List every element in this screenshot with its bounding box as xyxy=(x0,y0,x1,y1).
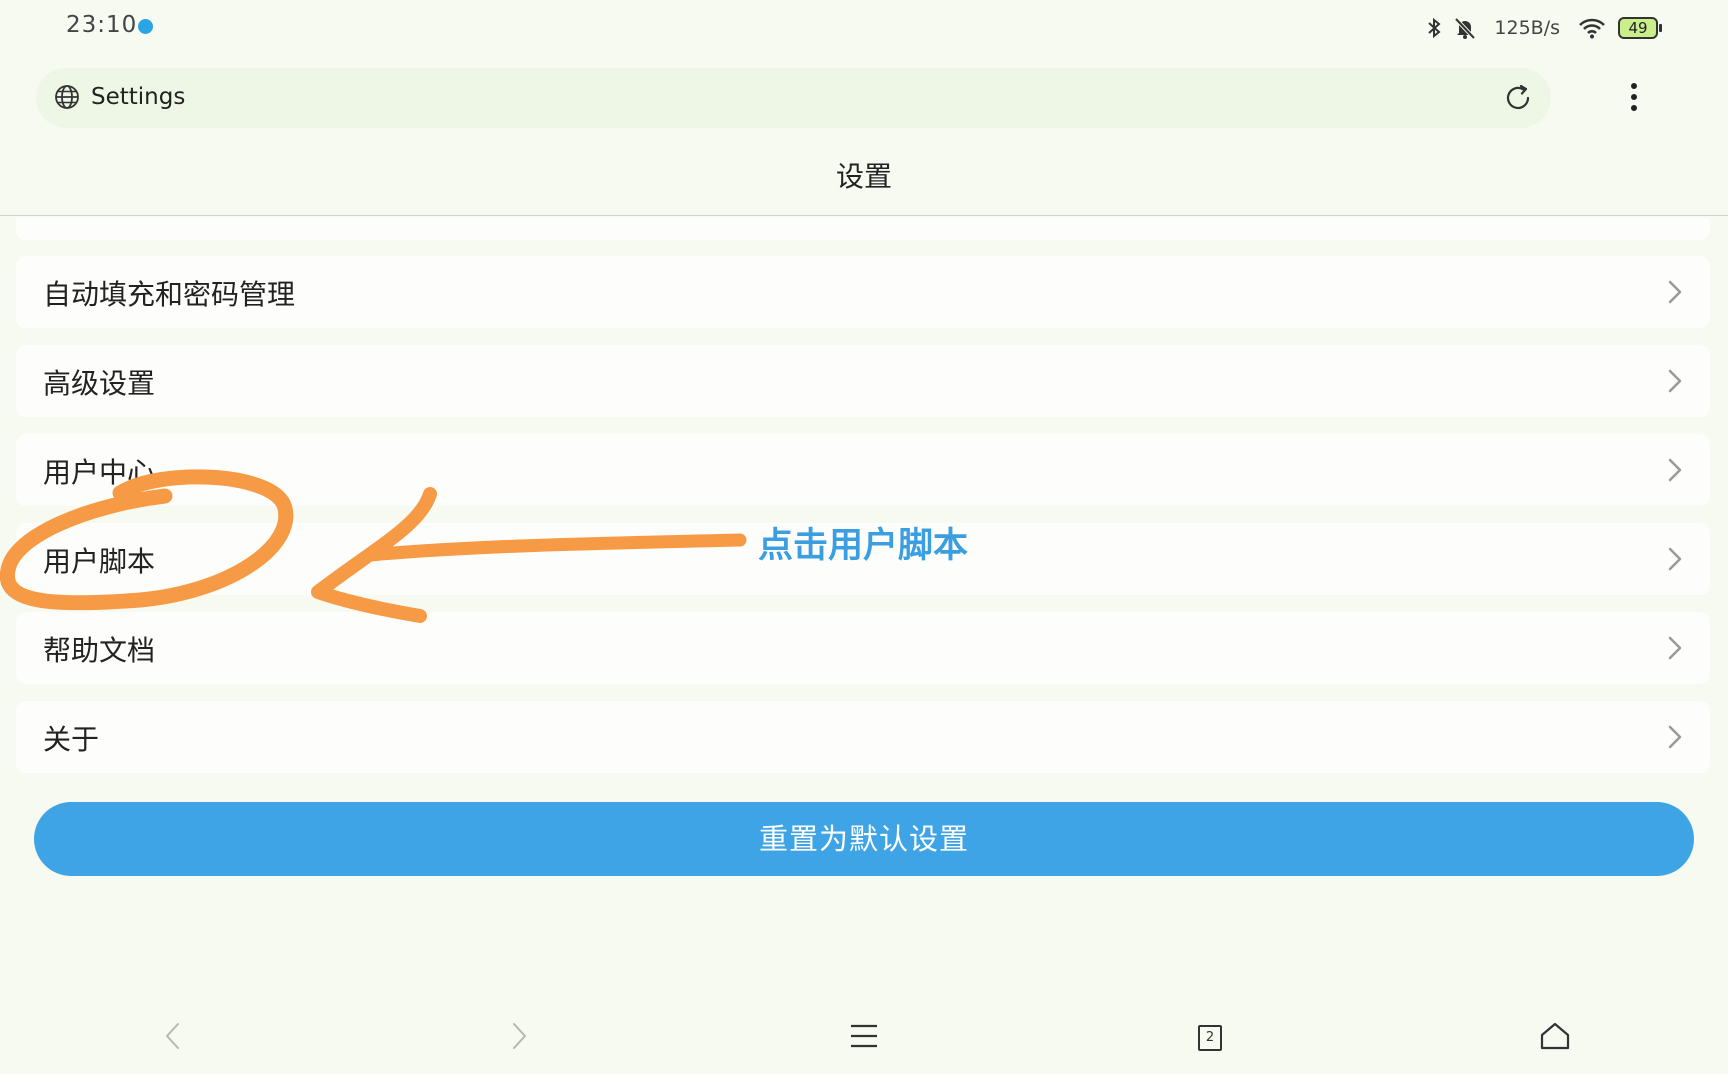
settings-item-about[interactable]: 关于 xyxy=(16,701,1710,773)
settings-item-label: 用户中心 xyxy=(43,456,156,489)
chevron-right-icon xyxy=(1668,458,1682,486)
menu-button[interactable] xyxy=(844,1018,884,1058)
notification-dot-icon xyxy=(138,19,153,34)
partial-list-item xyxy=(16,218,1710,240)
bluetooth-icon xyxy=(1426,17,1442,39)
title-divider xyxy=(0,215,1728,216)
status-bar: 23:10 125B/s 49 xyxy=(0,0,1728,56)
reset-defaults-button[interactable]: 重置为默认设置 xyxy=(34,802,1694,876)
address-bar[interactable]: Settings xyxy=(36,68,1551,128)
battery-icon: 49 xyxy=(1618,17,1662,39)
address-text: Settings xyxy=(91,84,186,110)
mute-bell-icon xyxy=(1454,17,1476,39)
settings-item-user-center[interactable]: 用户中心 xyxy=(16,434,1710,506)
wifi-icon xyxy=(1578,17,1606,39)
settings-item-label: 用户脚本 xyxy=(43,545,156,578)
forward-button[interactable] xyxy=(500,1018,540,1058)
status-time: 23:10 xyxy=(66,12,138,38)
status-icons: 125B/s 49 xyxy=(1426,14,1662,42)
settings-item-label: 自动填充和密码管理 xyxy=(43,278,296,311)
settings-item-label: 关于 xyxy=(43,723,100,756)
chevron-right-icon xyxy=(1668,725,1682,753)
home-icon xyxy=(1540,1022,1570,1054)
chevron-right-icon xyxy=(1668,636,1682,664)
chevron-right-icon xyxy=(512,1022,528,1054)
settings-item-autofill[interactable]: 自动填充和密码管理 xyxy=(16,256,1710,328)
hamburger-menu-icon xyxy=(849,1022,879,1054)
globe-icon xyxy=(54,84,80,114)
network-speed: 125B/s xyxy=(1494,17,1560,39)
chevron-right-icon xyxy=(1668,280,1682,308)
bottom-nav: 2 xyxy=(0,1010,1728,1074)
settings-item-help-docs[interactable]: 帮助文档 xyxy=(16,612,1710,684)
tab-count-icon: 2 xyxy=(1198,1025,1222,1051)
settings-item-label: 高级设置 xyxy=(43,367,156,400)
home-button[interactable] xyxy=(1535,1018,1575,1058)
refresh-icon[interactable] xyxy=(1503,83,1533,117)
settings-item-advanced[interactable]: 高级设置 xyxy=(16,345,1710,417)
chevron-right-icon xyxy=(1668,369,1682,397)
annotation-text: 点击用户脚本 xyxy=(758,526,969,566)
page-title: 设置 xyxy=(835,160,892,193)
chevron-left-icon xyxy=(164,1022,180,1054)
back-button[interactable] xyxy=(152,1018,192,1058)
chevron-right-icon xyxy=(1668,547,1682,575)
settings-item-label: 帮助文档 xyxy=(43,634,156,667)
tabs-button[interactable]: 2 xyxy=(1190,1018,1230,1058)
more-menu-icon[interactable] xyxy=(1622,80,1646,116)
